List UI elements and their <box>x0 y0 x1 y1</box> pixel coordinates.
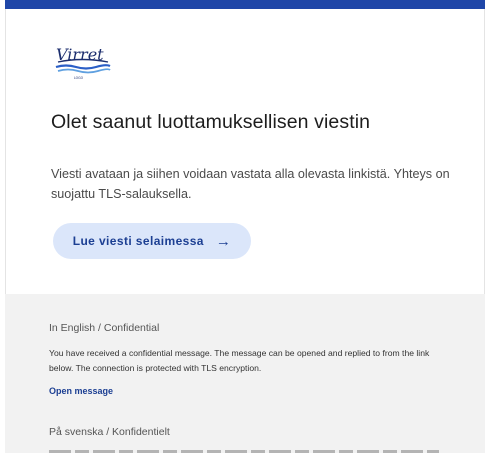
english-section-title: In English / Confidential <box>49 322 160 334</box>
brand-top-bar <box>5 0 485 9</box>
read-message-button[interactable]: Lue viesti selaimessa → <box>53 223 251 259</box>
open-message-link[interactable]: Open message <box>49 386 113 396</box>
logo-subtext: LOGO <box>74 76 84 80</box>
company-logo: Virret LOGO <box>55 45 111 80</box>
english-section-text: You have received a confidential message… <box>49 348 430 373</box>
arrow-right-icon: → <box>215 232 232 250</box>
read-message-label: Lue viesti selaimessa <box>72 234 204 248</box>
message-description: Viesti avataan ja siihen voidaan vastata… <box>51 167 450 201</box>
swedish-section-title: På svenska / Konfidentielt <box>49 426 170 438</box>
page-title: Olet saanut luottamuksellisen viestin <box>51 111 371 133</box>
email-view: Virret LOGO Olet saanut luottamuksellise… <box>0 0 490 453</box>
swedish-section-text-cutoff <box>49 448 439 453</box>
